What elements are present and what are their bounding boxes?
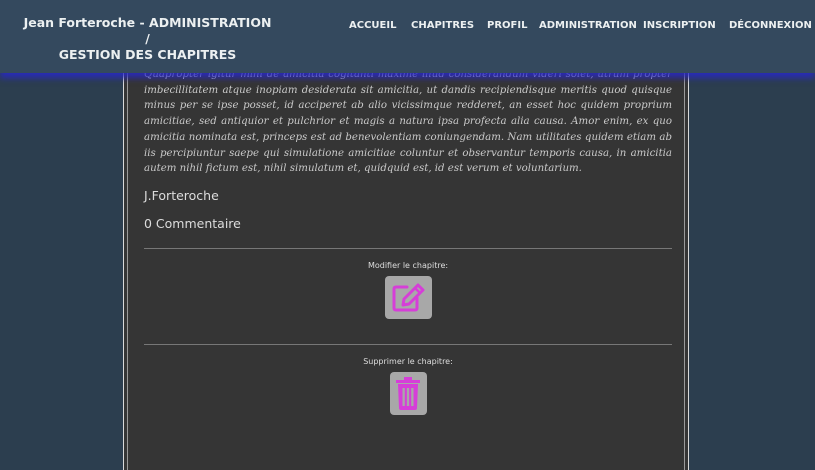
delete-chapter-button[interactable] [389, 371, 427, 415]
main-nav: ACCUEIL CHAPITRES PROFIL ADMINISTRATION … [0, 20, 815, 34]
chapter-content: Quapropter igitur mihi de amicitia cogit… [144, 67, 672, 419]
card-border: Quapropter igitur mihi de amicitia cogit… [127, 40, 685, 470]
delete-section: Supprimer le chapitre: [144, 345, 672, 419]
chapter-card: Quapropter igitur mihi de amicitia cogit… [123, 40, 689, 470]
top-navbar: Jean Forteroche - ADMINISTRATION / GESTI… [0, 0, 815, 73]
delete-label: Supprimer le chapitre: [363, 356, 453, 366]
nav-deconnexion[interactable]: DÉCONNEXION [729, 20, 812, 31]
comment-count[interactable]: 0 Commentaire [144, 216, 672, 236]
nav-administration[interactable]: ADMINISTRATION [539, 20, 637, 31]
chapter-text: Quapropter igitur mihi de amicitia cogit… [144, 69, 672, 175]
site-title-line2: GESTION DES CHAPITRES [58, 47, 237, 62]
nav-accueil[interactable]: ACCUEIL [349, 20, 396, 31]
chapter-author: J.Forteroche [144, 187, 219, 203]
nav-chapitres[interactable]: CHAPITRES [411, 20, 474, 31]
edit-section: Modifier le chapitre: [144, 249, 672, 323]
trash-icon [396, 377, 420, 411]
edit-icon [392, 283, 425, 312]
edit-label: Modifier le chapitre: [367, 260, 449, 270]
nav-inscription[interactable]: INSCRIPTION [643, 20, 716, 31]
edit-chapter-button[interactable] [384, 275, 432, 319]
nav-profil[interactable]: PROFIL [487, 20, 527, 31]
